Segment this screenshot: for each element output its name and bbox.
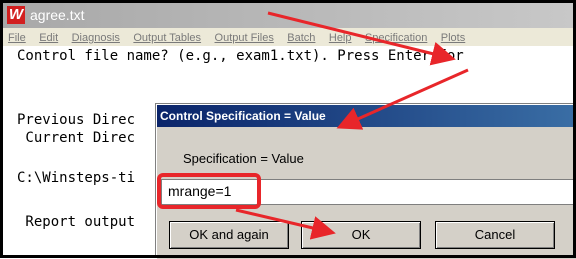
ok-button[interactable]: OK xyxy=(301,221,421,249)
input-highlight-box xyxy=(157,173,261,209)
dialog-title: Control Specification = Value xyxy=(157,105,576,127)
console-line: Current Direc xyxy=(17,130,136,146)
menu-edit[interactable]: Edit xyxy=(34,29,62,44)
console-line: Previous Direc xyxy=(17,112,136,128)
menu-help[interactable]: Help xyxy=(324,29,356,44)
menu-output-files[interactable]: Output Files xyxy=(210,29,278,44)
title-bar: W agree.txt xyxy=(3,3,576,28)
specification-label: Specification = Value xyxy=(183,151,304,166)
window-title: agree.txt xyxy=(30,7,85,23)
menu-diagnosis[interactable]: Diagnosis xyxy=(67,29,124,44)
menu-plots[interactable]: Plots xyxy=(436,29,469,44)
cancel-button[interactable]: Cancel xyxy=(435,221,555,249)
menu-file[interactable]: File xyxy=(3,29,30,44)
console-line: Report output xyxy=(17,214,136,230)
menu-output-tables[interactable]: Output Tables xyxy=(128,29,205,44)
console-line: Control file name? (e.g., exam1.txt). Pr… xyxy=(17,48,464,64)
menu-batch[interactable]: Batch xyxy=(282,29,319,44)
winsteps-app-icon: W xyxy=(7,6,25,24)
ok-and-again-button[interactable]: OK and again xyxy=(169,221,289,249)
console-line: C:\Winsteps-ti xyxy=(17,170,136,186)
menu-specification[interactable]: Specification xyxy=(360,29,431,44)
menu-bar: File Edit Diagnosis Output Tables Output… xyxy=(3,28,576,46)
